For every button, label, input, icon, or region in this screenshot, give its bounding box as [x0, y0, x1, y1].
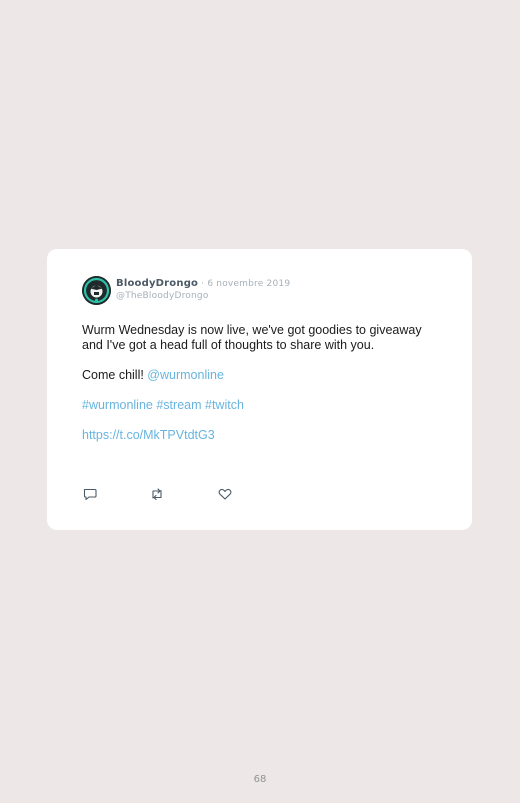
tweet-body: Wurm Wednesday is now live, we've got go…	[82, 323, 442, 458]
avatar-image	[82, 276, 111, 305]
heart-icon	[218, 488, 232, 500]
hashtag-link[interactable]: #wurmonline	[82, 398, 153, 412]
hashtag-link[interactable]: #stream	[156, 398, 201, 412]
reply-button[interactable]	[82, 486, 98, 502]
user-handle[interactable]: @TheBloodyDrongo	[116, 290, 290, 302]
avatar[interactable]	[82, 276, 111, 305]
separator: ·	[198, 279, 208, 289]
user-block: BloodyDrongo · 6 novembre 2019 @TheBlood…	[116, 278, 290, 302]
like-button[interactable]	[217, 486, 233, 502]
mention-link[interactable]: @wurmonline	[147, 368, 224, 382]
retweet-button[interactable]	[149, 486, 165, 502]
tweet-url-link[interactable]: https://t.co/MkTPVtdtG3	[82, 428, 215, 442]
hashtags-line: #wurmonline #stream #twitch	[82, 398, 442, 413]
tweet-paragraph: Wurm Wednesday is now live, we've got go…	[82, 323, 422, 352]
url-line: https://t.co/MkTPVtdtG3	[82, 428, 442, 443]
display-name[interactable]: BloodyDrongo	[116, 278, 198, 289]
tweet-paragraph: Come chill! @wurmonline	[82, 368, 442, 383]
tweet-date[interactable]: 6 novembre 2019	[207, 279, 290, 289]
retweet-icon	[152, 488, 162, 501]
hashtag-link[interactable]: #twitch	[205, 398, 244, 412]
come-chill-text: Come chill!	[82, 368, 148, 382]
page-number: 68	[253, 774, 267, 785]
reply-icon	[83, 488, 97, 501]
tweet-card: BloodyDrongo · 6 novembre 2019 @TheBlood…	[47, 249, 472, 530]
